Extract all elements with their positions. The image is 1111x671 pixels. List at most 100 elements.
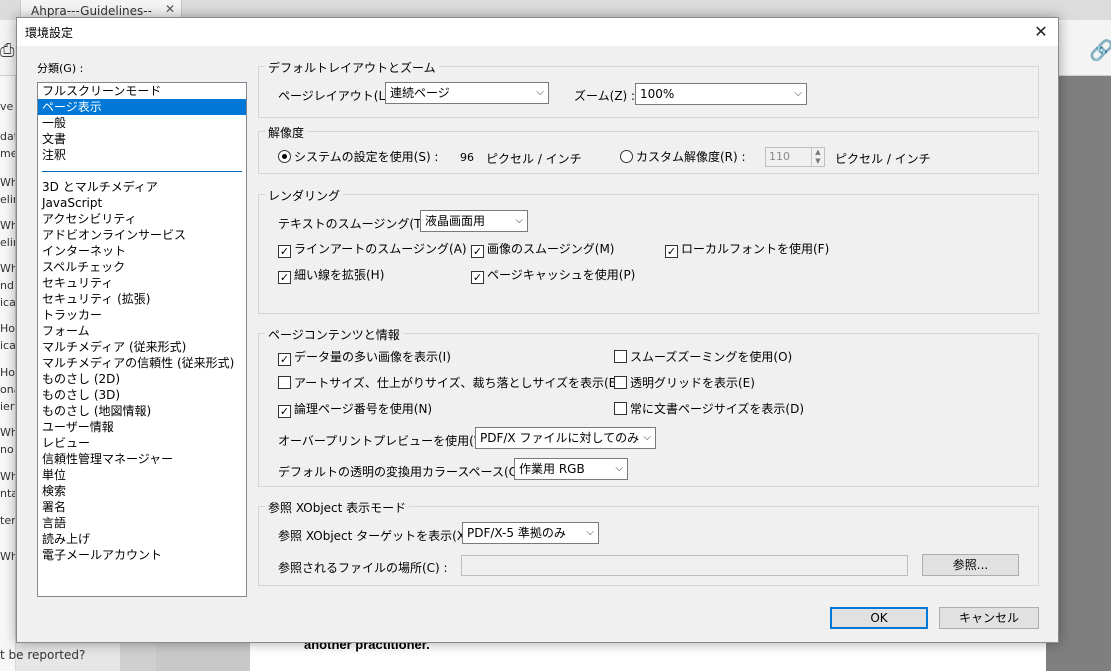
group-title: ページコンテンツと情報 — [265, 326, 403, 343]
checkbox-empty-icon — [614, 350, 627, 363]
ok-button[interactable]: OK — [830, 607, 928, 629]
system-resolution-value: 96 — [460, 151, 474, 164]
category-item[interactable]: ユーザー情報 — [38, 419, 246, 435]
page-layout-dropdown[interactable]: 連続ページ ⌵ — [385, 82, 549, 104]
category-item[interactable]: フルスクリーンモード — [38, 83, 246, 99]
cancel-button[interactable]: キャンセル — [939, 607, 1039, 629]
use-local-fonts-checkbox[interactable]: ✓ ローカルフォントを使用(F) — [665, 242, 829, 258]
use-page-cache-checkbox[interactable]: ✓ ページキャッシュを使用(P) — [471, 268, 635, 284]
enhance-thin-lines-label: 細い線を拡張(H) — [294, 268, 385, 282]
background-bookmark-fragment: nd — [0, 279, 14, 292]
smooth-zoom-checkbox[interactable]: スムーズズーミングを使用(O) — [614, 350, 792, 364]
category-item[interactable]: 3D とマルチメディア — [38, 179, 246, 195]
overprint-dropdown[interactable]: PDF/X ファイルに対してのみ ⌵ — [475, 427, 656, 449]
category-item[interactable]: セキュリティ — [38, 275, 246, 291]
custom-resolution-radio[interactable]: カスタム解像度(R) : — [620, 150, 746, 164]
category-item[interactable]: 注釈 — [38, 147, 246, 163]
category-item[interactable]: 電子メールアカウント — [38, 547, 246, 563]
overprint-label: オーバープリントプレビューを使用(W) : — [278, 434, 499, 448]
background-bookmark-fragment: How — [0, 322, 16, 335]
show-transparency-grid-checkbox[interactable]: 透明グリッドを表示(E) — [614, 376, 755, 390]
category-item[interactable]: スペルチェック — [38, 259, 246, 275]
category-item[interactable]: 検索 — [38, 483, 246, 499]
link-icon[interactable]: 🔗 — [1089, 38, 1111, 62]
background-bookmark-fragment: elin — [0, 236, 15, 249]
zoom-dropdown[interactable]: 100% ⌵ — [635, 83, 807, 105]
smooth-images-label: 画像のスムージング(M) — [487, 242, 615, 256]
radio-selected-icon — [278, 150, 291, 163]
category-item[interactable]: マルチメディアの信頼性 (従来形式) — [38, 355, 246, 371]
smooth-line-art-checkbox[interactable]: ✓ ラインアートのスムージング(A) — [278, 242, 467, 258]
category-item[interactable]: 言語 — [38, 515, 246, 531]
category-item[interactable]: フォーム — [38, 323, 246, 339]
browse-button[interactable]: 参照... — [922, 554, 1019, 576]
category-item[interactable]: レビュー — [38, 435, 246, 451]
category-item[interactable]: アドビオンラインサービス — [38, 227, 246, 243]
category-item[interactable]: 読み上げ — [38, 531, 246, 547]
show-large-images-checkbox[interactable]: ✓ データ量の多い画像を表示(I) — [278, 350, 451, 366]
show-transparency-grid-label: 透明グリッドを表示(E) — [630, 376, 755, 390]
category-item[interactable]: ものさし (3D) — [38, 387, 246, 403]
category-item[interactable]: JavaScript — [38, 195, 246, 211]
categories-list[interactable]: フルスクリーンモード ページ表示 一般 文書 注釈 3D とマルチメディア JavaScri… — [37, 82, 247, 597]
page-layout-label: ページレイアウト(L) : — [278, 89, 398, 103]
background-bookmark-fragment: Wh — [0, 176, 15, 189]
background-bookmark-fragment: ona — [0, 383, 15, 396]
show-art-trim-bleed-label: アートサイズ、仕上がりサイズ、裁ち落としサイズを表示(B) — [294, 376, 622, 390]
background-bookmark-fragment: no — [0, 443, 14, 456]
smooth-line-art-label: ラインアートのスムージング(A) — [294, 242, 467, 256]
always-show-doc-page-size-checkbox[interactable]: 常に文書ページサイズを表示(D) — [614, 402, 804, 416]
close-icon[interactable]: ✕ — [1024, 18, 1058, 46]
system-resolution-unit: ピクセル / インチ — [486, 152, 582, 166]
show-art-trim-bleed-checkbox[interactable]: アートサイズ、仕上がりサイズ、裁ち落としサイズを表示(B) — [278, 376, 622, 390]
category-item[interactable]: 単位 — [38, 467, 246, 483]
page-layout-value: 連続ページ — [390, 86, 450, 100]
category-item[interactable]: マルチメディア (従来形式) — [38, 339, 246, 355]
group-title: 解像度 — [265, 124, 308, 141]
category-item[interactable]: ものさし (2D) — [38, 371, 246, 387]
category-item[interactable]: ものさし (地図情報) — [38, 403, 246, 419]
category-item[interactable]: 署名 — [38, 499, 246, 515]
background-bookmark-fragment: me — [0, 147, 16, 160]
xobject-target-value: PDF/X-5 準拠のみ — [467, 526, 566, 540]
dialog-title-bar[interactable]: 環境設定 ✕ — [17, 18, 1058, 46]
category-item[interactable]: トラッカー — [38, 307, 246, 323]
background-bookmark-fragment: elin — [0, 193, 15, 206]
category-item[interactable]: 文書 — [38, 131, 246, 147]
category-item[interactable]: ページ表示 — [38, 99, 246, 115]
blend-space-dropdown[interactable]: 作業用 RGB ⌵ — [514, 458, 628, 480]
system-resolution-radio[interactable]: システムの設定を使用(S) : — [278, 150, 438, 164]
text-smoothing-value: 液晶画面用 — [425, 214, 486, 228]
checkmark-icon: ✓ — [278, 353, 291, 366]
checkmark-icon: ✓ — [471, 271, 484, 284]
category-item[interactable]: 信頼性管理マネージャー — [38, 451, 246, 467]
custom-resolution-label: カスタム解像度(R) : — [636, 150, 746, 164]
checkmark-icon: ✓ — [278, 245, 291, 258]
chevron-down-icon: ⌵ — [536, 87, 544, 98]
show-large-images-label: データ量の多い画像を表示(I) — [294, 350, 451, 364]
background-bookmark-fragment: Wh — [0, 550, 15, 563]
xobject-location-input[interactable] — [461, 555, 908, 576]
category-item[interactable]: アクセシビリティ — [38, 211, 246, 227]
always-show-doc-page-size-label: 常に文書ページサイズを表示(D) — [630, 402, 805, 416]
overprint-value: PDF/X ファイルに対してのみ — [480, 431, 640, 445]
background-bookmark-fragment: ve — [0, 100, 14, 113]
text-smoothing-dropdown[interactable]: 液晶画面用 ⌵ — [420, 210, 528, 232]
smooth-images-checkbox[interactable]: ✓ 画像のスムージング(M) — [471, 242, 614, 258]
print-icon[interactable]: ⎙ — [0, 40, 16, 62]
checkmark-icon: ✓ — [471, 245, 484, 258]
background-question-text: t be reported? — [0, 648, 86, 662]
xobject-target-dropdown[interactable]: PDF/X-5 準拠のみ ⌵ — [462, 522, 599, 544]
chevron-down-icon: ⌵ — [794, 88, 802, 99]
use-logical-page-numbers-checkbox[interactable]: ✓ 論理ページ番号を使用(N) — [278, 402, 432, 418]
chevron-down-icon: ⌵ — [515, 215, 523, 226]
chevron-down-icon: ⌵ — [586, 527, 594, 538]
xobject-location-label: 参照されるファイルの場所(C) : — [278, 561, 448, 575]
category-item[interactable]: 一般 — [38, 115, 246, 131]
enhance-thin-lines-checkbox[interactable]: ✓ 細い線を拡張(H) — [278, 268, 384, 284]
category-item[interactable]: セキュリティ (拡張) — [38, 291, 246, 307]
close-icon[interactable]: ✕ — [165, 2, 175, 16]
category-item[interactable]: インターネット — [38, 243, 246, 259]
background-bookmark-fragment: dat — [0, 130, 15, 143]
background-bookmark-fragment: Wh — [0, 470, 15, 483]
